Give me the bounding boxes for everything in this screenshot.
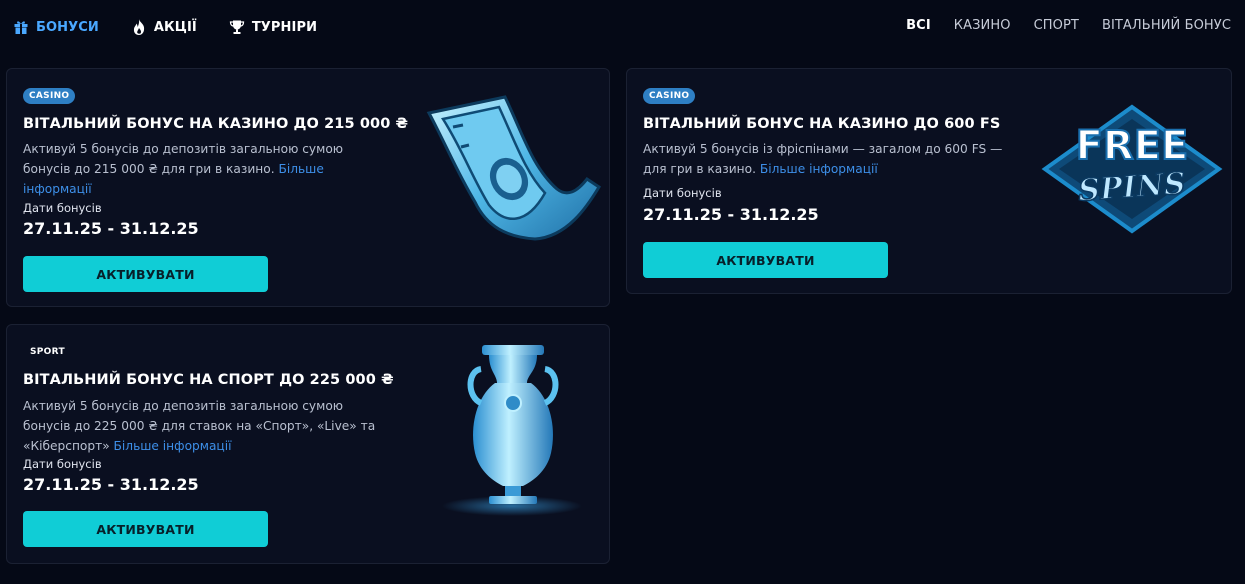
- badge-casino: CASINO: [23, 88, 76, 104]
- activate-button[interactable]: АКТИВУВАТИ: [23, 256, 268, 292]
- top-navigation: БОНУСИ АКЦІЇ ТУРНІРИ ВСІ КАЗИНО СПОРТ ВІ…: [0, 0, 1245, 56]
- bonus-description: Активуй 5 бонусів до депозитів загальною…: [23, 396, 393, 456]
- activate-button[interactable]: АКТИВУВАТИ: [23, 511, 268, 547]
- badge-casino: CASINO: [643, 88, 696, 104]
- more-info-link[interactable]: Більше інформації: [760, 162, 878, 176]
- filter-sport[interactable]: СПОРТ: [1034, 18, 1079, 33]
- bonus-title: ВІТАЛЬНИЙ БОНУС НА КАЗИНО ДО 215 000 ₴: [23, 116, 409, 132]
- dates-value: 27.11.25 - 31.12.25: [23, 219, 199, 238]
- tab-bonuses-label: БОНУСИ: [36, 19, 99, 35]
- bonus-card-casino-215000: CASINO ВІТАЛЬНИЙ БОНУС НА КАЗИНО ДО 215 …: [6, 68, 610, 307]
- gift-icon: [13, 19, 29, 35]
- tab-promotions[interactable]: АКЦІЇ: [131, 15, 197, 39]
- tab-promotions-label: АКЦІЇ: [153, 19, 197, 35]
- badge-sport: SPORT: [30, 347, 65, 357]
- more-info-link[interactable]: Більше: [278, 162, 323, 176]
- bonus-title: ВІТАЛЬНИЙ БОНУС НА КАЗИНО ДО 600 FS: [643, 116, 1001, 132]
- more-info-link-cont[interactable]: інформації: [23, 182, 92, 196]
- category-filters: ВСІ КАЗИНО СПОРТ ВІТАЛЬНИЙ БОНУС: [883, 18, 1231, 33]
- flame-icon: [131, 18, 147, 36]
- more-info-link[interactable]: Більше інформації: [114, 439, 232, 453]
- description-line: Активуй 5 бонусів до депозитів загальною…: [23, 142, 344, 156]
- activate-button[interactable]: АКТИВУВАТИ: [643, 242, 888, 278]
- bonus-card-sport-225000: SPORT ВІТАЛЬНИЙ БОНУС НА СПОРТ ДО 225 00…: [6, 324, 610, 564]
- dates-label: Дати бонусів: [23, 201, 102, 215]
- bonus-title: ВІТАЛЬНИЙ БОНУС НА СПОРТ ДО 225 000 ₴: [23, 372, 394, 388]
- description-line: бонусів до 225 000 ₴ для ставок на «Спор…: [23, 419, 376, 433]
- dates-value: 27.11.25 - 31.12.25: [23, 475, 199, 494]
- description-line: Активуй 5 бонусів до депозитів загальною…: [23, 399, 344, 413]
- trophy-icon: [229, 19, 245, 35]
- dates-label: Дати бонусів: [643, 186, 722, 200]
- description-line: бонусів до 215 000 ₴ для гри в казино.: [23, 162, 275, 176]
- dates-value: 27.11.25 - 31.12.25: [643, 205, 819, 224]
- bonus-description: Активуй 5 бонусів із фріспінами — загало…: [643, 139, 1023, 179]
- free-text: FREE: [1076, 123, 1189, 169]
- section-tabs: БОНУСИ АКЦІЇ ТУРНІРИ: [13, 15, 349, 39]
- tab-tournaments-label: ТУРНІРИ: [251, 19, 318, 35]
- bonus-card-casino-600fs: CASINO ВІТАЛЬНИЙ БОНУС НА КАЗИНО ДО 600 …: [626, 68, 1232, 294]
- tab-bonuses[interactable]: БОНУСИ: [13, 15, 99, 39]
- filter-casino[interactable]: КАЗИНО: [954, 18, 1011, 33]
- description-line: «Кіберспорт»: [23, 439, 110, 453]
- bonus-description: Активуй 5 бонусів до депозитів загальною…: [23, 139, 383, 199]
- trophy-cup-icon: [437, 341, 587, 525]
- tab-tournaments[interactable]: ТУРНІРИ: [229, 15, 317, 39]
- spins-text: SPINS: [1077, 166, 1187, 208]
- dates-label: Дати бонусів: [23, 457, 102, 471]
- free-spins-logo: FREE SPINS: [1037, 99, 1227, 243]
- banknote-icon: [417, 87, 607, 251]
- description-line: для гри в казино.: [643, 162, 756, 176]
- filter-welcome-bonus[interactable]: ВІТАЛЬНИЙ БОНУС: [1102, 18, 1231, 33]
- filter-all[interactable]: ВСІ: [906, 18, 931, 33]
- description-line: Активуй 5 бонусів із фріспінами — загало…: [643, 142, 1003, 156]
